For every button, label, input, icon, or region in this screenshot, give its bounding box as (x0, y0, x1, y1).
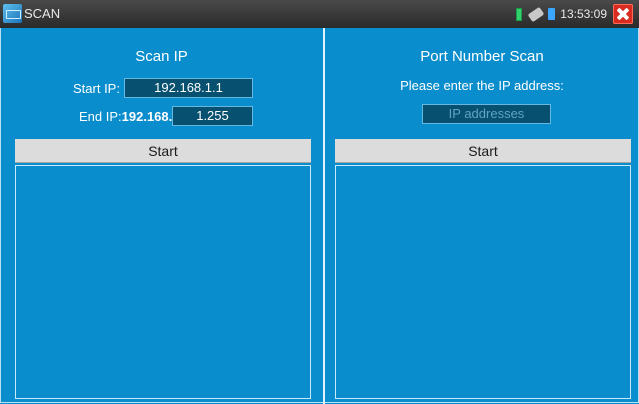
clock: 13:53:09 (560, 7, 607, 21)
scan-ip-heading: Scan IP (135, 48, 188, 65)
plug-icon (527, 6, 545, 22)
window-title: SCAN (24, 6, 61, 21)
scan-ip-results (15, 165, 311, 399)
port-scan-ip-input[interactable]: IP addresses (422, 104, 551, 124)
scan-app-icon (3, 4, 22, 23)
start-ip-input[interactable]: 192.168.1.1 (124, 78, 253, 98)
port-scan-heading: Port Number Scan (420, 48, 544, 65)
battery-icon (516, 7, 523, 21)
scan-ip-start-button[interactable]: Start (15, 139, 311, 163)
title-bar: SCAN 13:53:09 (0, 0, 639, 28)
end-ip-prefix: 192.168. (121, 109, 173, 124)
port-scan-start-button[interactable]: Start (335, 139, 631, 163)
end-ip-label: End IP:192.168. (79, 109, 172, 124)
end-ip-label-text: End IP: (79, 109, 122, 124)
port-scan-prompt: Please enter the IP address: (400, 78, 564, 93)
status-area: 13:53:09 (516, 4, 633, 24)
close-icon[interactable] (613, 4, 633, 24)
start-ip-label: Start IP: (73, 81, 120, 96)
bluetooth-icon (548, 8, 556, 20)
port-scan-results (335, 165, 631, 399)
end-ip-input[interactable]: 1.255 (172, 106, 253, 126)
